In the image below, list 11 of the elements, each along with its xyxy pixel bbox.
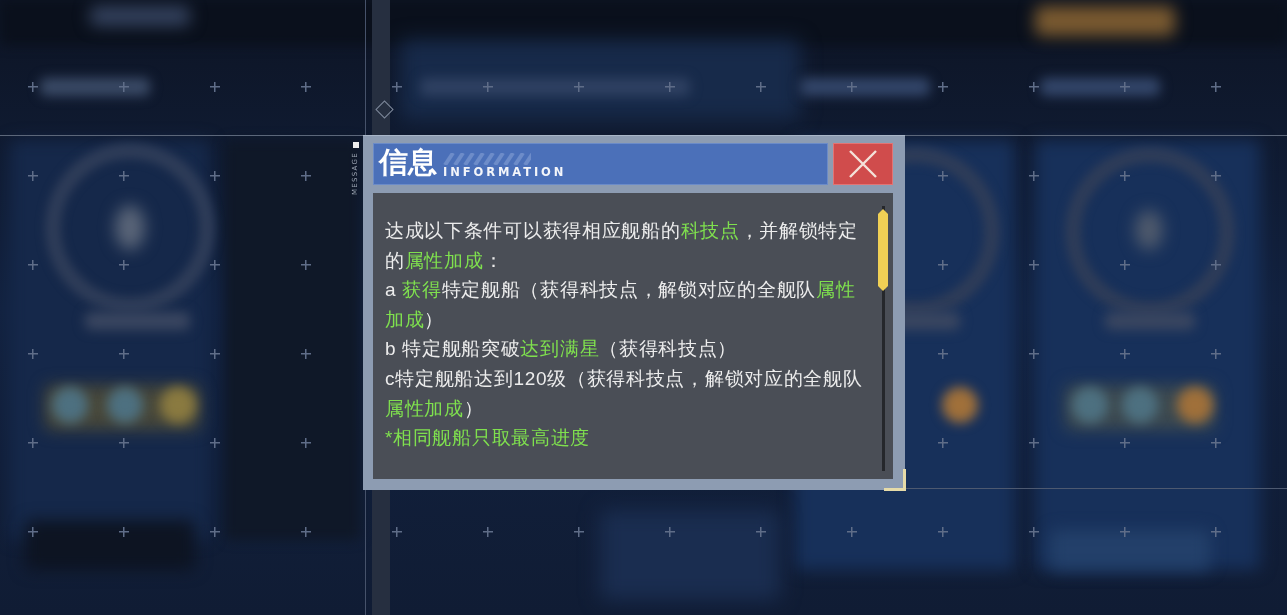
dialog-title: 信息	[379, 146, 437, 179]
corner-bracket-icon	[884, 469, 906, 491]
message-text: *相同舰船只取最高进度	[385, 426, 592, 451]
message-text: c特定舰船达到120级（获得科技点，解锁对应的全舰队 属性加成）	[385, 366, 864, 421]
dialog-subtitle: INFORMATION	[443, 166, 567, 179]
close-icon	[849, 150, 877, 178]
message-text: b 特定舰船突破达到满星（获得科技点）	[385, 337, 739, 362]
stripes-icon	[443, 153, 531, 165]
scrollbar-thumb[interactable]	[878, 209, 888, 291]
square-marker-icon	[353, 142, 359, 148]
close-button[interactable]	[833, 143, 893, 185]
